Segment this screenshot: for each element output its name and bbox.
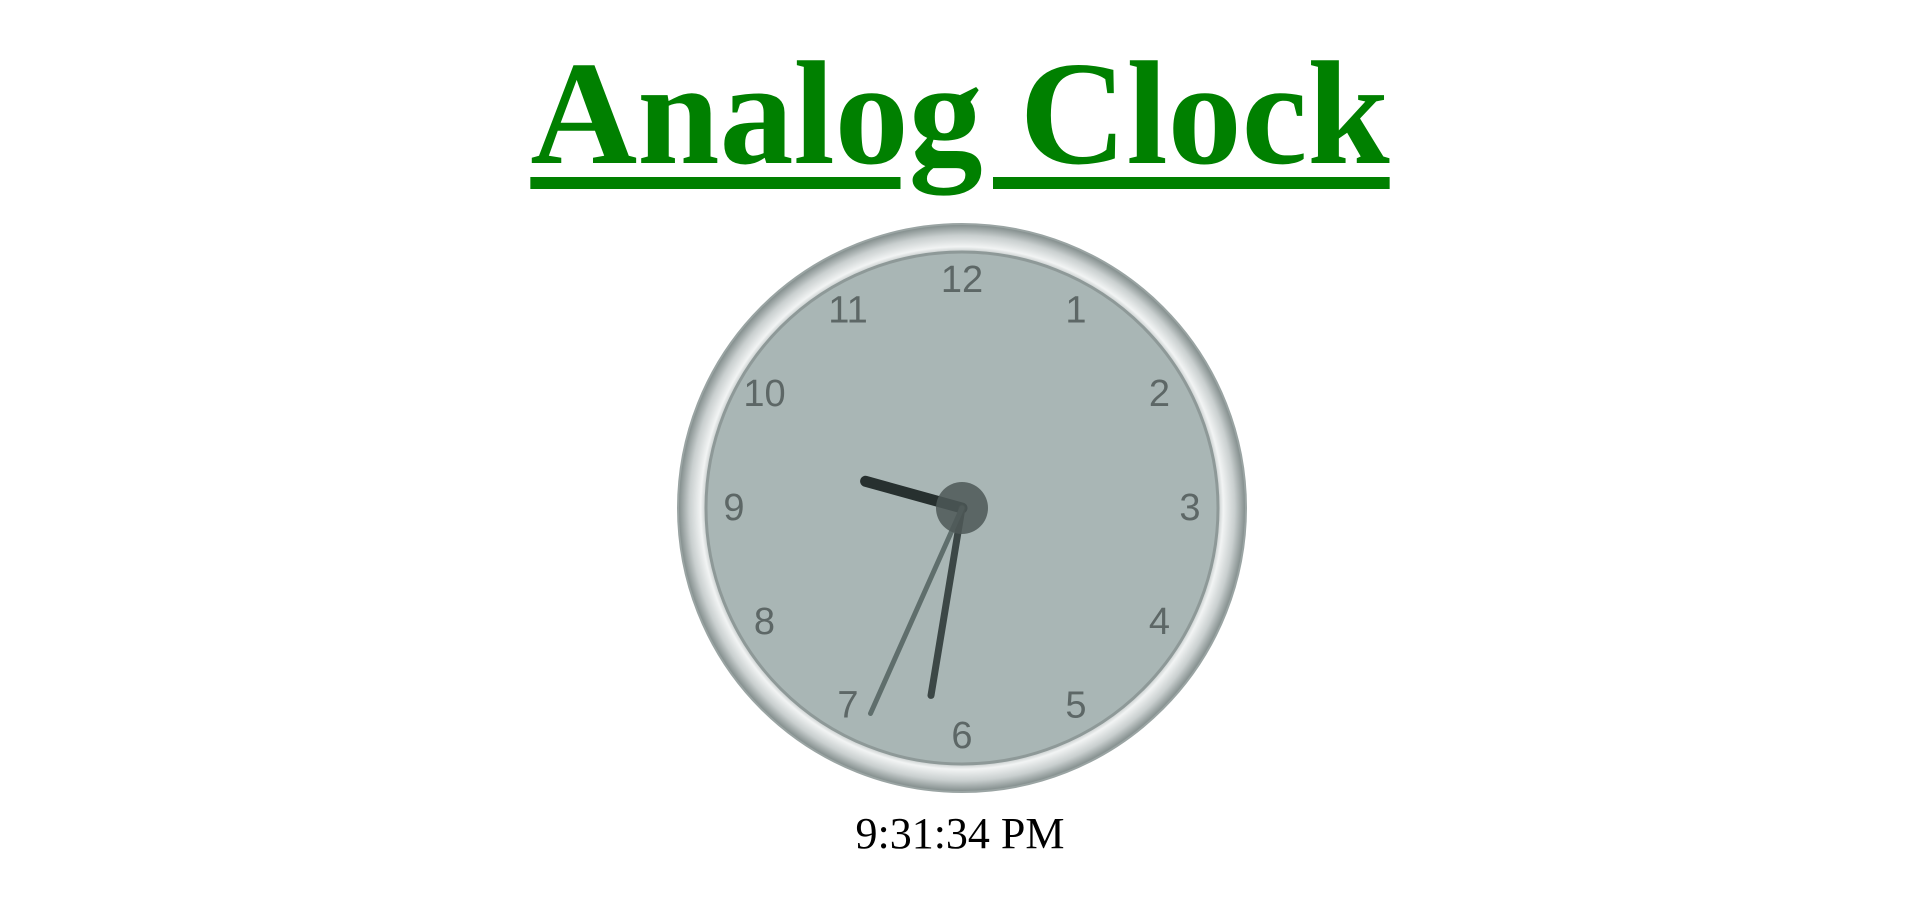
clock-numeral-7: 7 [837, 685, 858, 727]
page: Analog Clock 12 1 2 3 4 5 6 7 8 9 10 11 9:31:34 PM [0, 0, 1920, 914]
clock-center-cap [936, 482, 988, 534]
clock-numeral-9: 9 [723, 487, 744, 529]
analog-clock: 12 1 2 3 4 5 6 7 8 9 10 11 [676, 222, 1248, 794]
clock-numeral-4: 4 [1149, 601, 1170, 643]
clock-numeral-1: 1 [1065, 290, 1086, 332]
clock-numeral-5: 5 [1065, 685, 1086, 727]
clock-numeral-10: 10 [743, 373, 785, 415]
page-title: Analog Clock [530, 32, 1390, 196]
clock-numeral-12: 12 [941, 259, 983, 301]
clock-numeral-2: 2 [1149, 373, 1170, 415]
digital-time: 9:31:34 PM [855, 809, 1065, 858]
clock-face-svg: 121234567891011 [677, 223, 1247, 793]
clock-numeral-3: 3 [1179, 487, 1200, 529]
clock-numeral-8: 8 [754, 601, 775, 643]
clock-numeral-11: 11 [828, 290, 867, 332]
clock-numeral-6: 6 [951, 715, 972, 757]
